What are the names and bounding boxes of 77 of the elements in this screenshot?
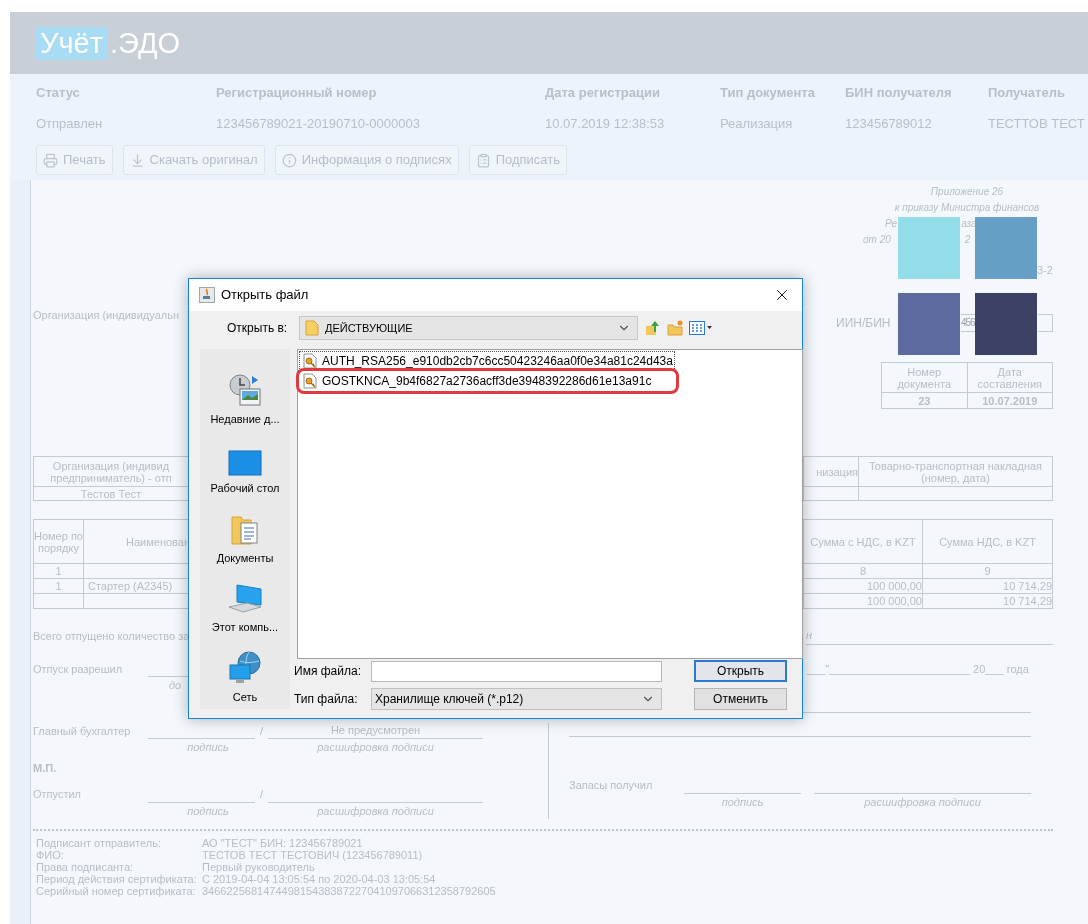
table-cell: 10 714,29 (923, 594, 1053, 609)
release-label: Отпуск разрешил (33, 661, 124, 677)
table-cell: 100 000,00 (804, 579, 923, 594)
filetype-dropdown[interactable]: Хранилище ключей (*.p12) (371, 688, 662, 710)
appendix-text: Приложение 26 (930, 185, 1004, 199)
table-header: Дата составления (967, 363, 1053, 393)
table-cell (804, 487, 859, 501)
organization-label: Организация (индивидуальн (33, 308, 179, 321)
signature-caption: подпись (186, 740, 230, 755)
place-item[interactable]: Недавние д... (200, 362, 290, 432)
table-cell: 10.07.2019 (967, 393, 1053, 409)
file-item[interactable]: GOSTKNCA_9b4f6827a2736acff3de3948392286d61e13a91c (299, 371, 677, 391)
signature-caption: подпись (186, 803, 230, 819)
filename-input[interactable] (371, 660, 662, 682)
form-code: 3-2 (1037, 263, 1053, 278)
table-cell: 9 (923, 564, 1053, 579)
issued-label: Отпустил (33, 787, 83, 802)
signer-label: ФИО: (36, 849, 65, 861)
place-item[interactable]: Рабочий стол (200, 431, 290, 501)
signature-caption: подпись (720, 794, 765, 810)
slash-separator: / (259, 723, 264, 739)
table-header: Сумма НДС, в KZT (923, 520, 1053, 564)
table-header: Товарно-транспортная накладная (номер, дата) (859, 457, 1053, 487)
clipboard-icon (475, 152, 491, 168)
place-item[interactable]: Сеть (200, 639, 290, 710)
appendix-text: Ре (885, 217, 898, 231)
table-cell: 23 (882, 393, 968, 409)
total-text: н (806, 627, 1053, 645)
folder-icon (305, 320, 319, 336)
stamp-label: М.П. (33, 760, 58, 776)
signer-value: С 2019-04-04 13:05:54 по 2020-04-03 13:05:54 (202, 873, 437, 885)
signature-caption: расшифровка подписи (316, 740, 435, 755)
signer-label: Серийный номер сертификата: (36, 885, 197, 897)
computer-icon (227, 583, 263, 616)
key-file-icon (302, 373, 318, 389)
coffee-cup-icon (199, 287, 215, 303)
signature-caption: расшифровка подписи (316, 803, 435, 819)
accountant-label: Главный бухгалтер (33, 723, 132, 739)
signer-value: ТЕСТОВ ТЕСТ ТЕСТОВИЧ (123456789011) (202, 849, 424, 861)
iin-label: ИИН/БИН (836, 315, 892, 331)
table-cell: 1 (34, 579, 84, 594)
info-icon (281, 152, 297, 168)
desktop-icon (228, 450, 262, 477)
look-in-label: Открыть в: (227, 320, 289, 337)
received-label: Запасы получил (569, 778, 654, 793)
globe-monitor-icon (228, 650, 262, 685)
open-button[interactable]: Открыть (694, 660, 787, 682)
signature-caption: расшифровка подписи (863, 794, 982, 810)
signer-label: Период действия сертификата: (36, 873, 198, 885)
table-cell: 8 (804, 564, 923, 579)
view-menu-button[interactable] (688, 318, 714, 338)
signer-label: Подписант отправитель: (36, 837, 163, 849)
file-item[interactable]: AUTH_RSA256_e910db2cb7c6cc50423246aa0f0e34a81c24d43a (299, 351, 675, 371)
cancel-button[interactable]: Отменить (694, 688, 787, 710)
field-edge (1038, 314, 1053, 332)
slash-separator: / (259, 787, 264, 802)
table-header: Номер по порядку (34, 520, 84, 564)
table-header: низация (804, 457, 859, 487)
folder-document-icon (231, 513, 259, 546)
printer-icon (43, 152, 58, 168)
table-header: Номер документа (882, 363, 968, 393)
filetype-label: Тип файла: (294, 691, 359, 708)
signer-label: Права подписанта: (36, 861, 135, 873)
table-cell: 1 (34, 564, 84, 579)
table-cell: 10 714,29 (923, 579, 1053, 594)
filename-label: Имя файла: (294, 663, 362, 680)
new-folder-button[interactable] (666, 318, 684, 338)
table-cell: 100 000,00 (804, 594, 923, 609)
signer-value: АО "ТЕСТ" БИН: 123456789021 (202, 837, 364, 849)
signer-value: Первый руководитель (202, 861, 316, 873)
accountant-value: Не предусмотрен (268, 721, 483, 739)
folder-dropdown[interactable]: ДЕЙСТВУЮЩИЕ (299, 316, 638, 340)
appendix-text: 2 (964, 233, 971, 247)
clock-picture-icon (228, 372, 262, 407)
signer-value: 346622568147449815438387227041097066312358792605 (202, 885, 497, 897)
dialog-title: Открыть файл (221, 286, 309, 305)
key-file-icon (302, 353, 318, 369)
